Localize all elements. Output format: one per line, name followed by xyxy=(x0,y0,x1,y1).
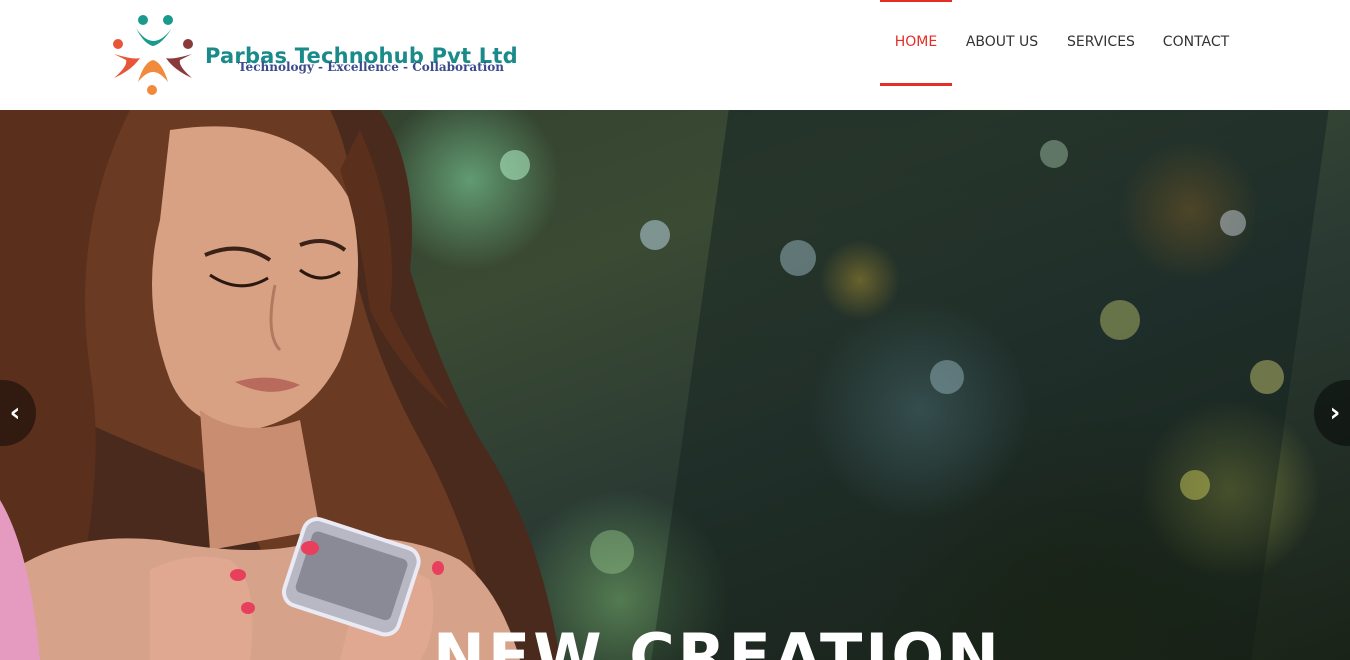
bokeh-light xyxy=(1220,210,1246,236)
site-header: Parbas Technohub Pvt Ltd Technology - Ex… xyxy=(0,0,1350,110)
bokeh-light xyxy=(1100,300,1140,340)
slider-next-button[interactable]: › xyxy=(1314,380,1350,446)
bokeh-light xyxy=(1250,360,1284,394)
bokeh-light xyxy=(930,360,964,394)
chevron-right-icon: › xyxy=(1329,398,1341,428)
nav-services[interactable]: SERVICES xyxy=(1066,0,1136,86)
hero-title: NEW CREATION xyxy=(433,620,1002,660)
nav-contact[interactable]: CONTACT xyxy=(1162,0,1230,86)
background-glass-panel xyxy=(651,110,1329,660)
page: Parbas Technohub Pvt Ltd Technology - Ex… xyxy=(0,0,1350,660)
nav-home[interactable]: HOME xyxy=(880,0,952,86)
chevron-left-icon: ‹ xyxy=(9,398,21,428)
nav-about-us[interactable]: ABOUT US xyxy=(964,0,1040,86)
bokeh-light xyxy=(640,220,670,250)
brand-tagline: Technology - Excellence - Collaboration xyxy=(238,60,504,74)
woman-with-phone-image xyxy=(0,110,560,660)
bokeh-light xyxy=(1180,470,1210,500)
hero-slider: ‹ › NEW CREATION xyxy=(0,110,1350,660)
logo-mark-icon xyxy=(113,15,193,95)
bokeh-light xyxy=(1040,140,1068,168)
logo[interactable]: Parbas Technohub Pvt Ltd Technology - Ex… xyxy=(110,14,518,96)
bokeh-light xyxy=(780,240,816,276)
